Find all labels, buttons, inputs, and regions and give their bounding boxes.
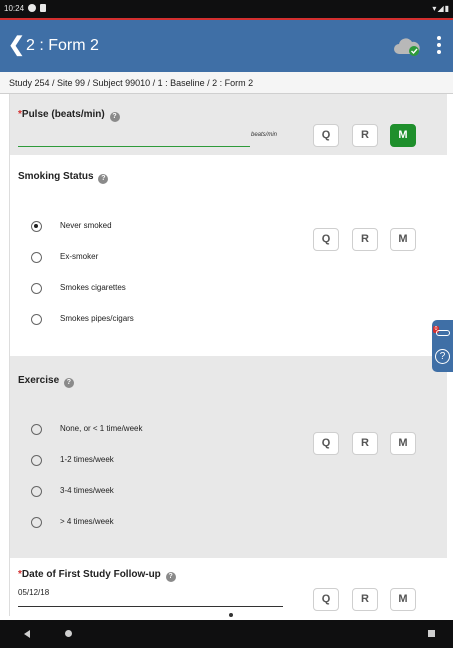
smoking-missing-button[interactable]: M xyxy=(390,228,416,251)
radio-icon[interactable] xyxy=(31,517,42,528)
exercise-option-3-4[interactable]: 3-4 times/week xyxy=(10,482,290,502)
exercise-missing-button[interactable]: M xyxy=(390,432,416,455)
form-body: *Pulse (beats/min) ? beats/min Q R M Smo… xyxy=(9,94,447,616)
back-arrow-icon[interactable]: ❮ xyxy=(8,33,25,57)
pulse-label: *Pulse (beats/min) ? xyxy=(18,109,120,122)
followup-section: *Date of First Study Follow-up ? 05/12/1… xyxy=(10,558,447,616)
followup-input-underline xyxy=(18,606,283,607)
cloud-check-icon[interactable] xyxy=(392,36,422,58)
page-title: 2 : Form 2 xyxy=(26,37,99,54)
help-circle-icon[interactable]: ? xyxy=(435,349,450,364)
smoking-option-cigarettes[interactable]: Smokes cigarettes xyxy=(10,279,290,299)
help-icon[interactable]: ? xyxy=(109,112,120,122)
system-nav-bar xyxy=(0,620,453,648)
smoking-section: Smoking Status ? Never smoked Ex-smoker … xyxy=(10,155,447,356)
more-vert-icon[interactable] xyxy=(434,34,444,58)
pulse-input[interactable] xyxy=(18,130,250,146)
smoking-option-ex[interactable]: Ex-smoker xyxy=(10,248,290,268)
pulse-input-underline xyxy=(18,146,250,147)
exercise-query-button[interactable]: Q xyxy=(313,432,339,455)
help-icon[interactable]: ? xyxy=(63,378,74,388)
app-bar: ❮ 2 : Form 2 xyxy=(0,20,453,72)
radio-icon[interactable] xyxy=(31,424,42,435)
smoking-label: Smoking Status ? xyxy=(18,171,109,184)
help-icon[interactable]: ? xyxy=(98,174,109,184)
exercise-option-over-4[interactable]: > 4 times/week xyxy=(10,513,290,533)
status-bar: 10:24 ▾◢▮ xyxy=(0,0,453,18)
exercise-option-1-2[interactable]: 1-2 times/week xyxy=(10,451,290,471)
followup-query-button[interactable]: Q xyxy=(313,588,339,611)
signal-battery-icon: ▾◢▮ xyxy=(432,4,450,13)
exercise-option-none[interactable]: None, or < 1 time/week xyxy=(10,420,290,440)
sim-icon xyxy=(40,4,46,12)
followup-label: *Date of First Study Follow-up ? xyxy=(18,569,176,582)
status-time: 10:24 xyxy=(4,4,25,13)
help-icon[interactable]: ? xyxy=(165,572,176,582)
side-tools-tab[interactable]: 0 ? xyxy=(432,320,453,372)
radio-icon[interactable] xyxy=(31,486,42,497)
pulse-section: *Pulse (beats/min) ? beats/min Q R M xyxy=(10,94,447,155)
followup-date-input[interactable]: 05/12/18 xyxy=(18,588,283,602)
radio-icon[interactable] xyxy=(31,252,42,263)
scroll-indicator xyxy=(229,613,233,617)
nav-recents-icon[interactable] xyxy=(428,630,435,637)
exercise-label: Exercise ? xyxy=(18,375,74,388)
pulse-query-button[interactable]: Q xyxy=(313,124,339,147)
smoking-query-button[interactable]: Q xyxy=(313,228,339,251)
radio-icon[interactable] xyxy=(31,455,42,466)
smoking-option-never[interactable]: Never smoked xyxy=(10,217,290,237)
nav-home-icon[interactable] xyxy=(65,630,72,637)
smoking-review-button[interactable]: R xyxy=(352,228,378,251)
exercise-review-button[interactable]: R xyxy=(352,432,378,455)
pulse-missing-button[interactable]: M xyxy=(390,124,416,147)
radio-checked-icon[interactable] xyxy=(31,221,42,232)
followup-review-button[interactable]: R xyxy=(352,588,378,611)
pulse-review-button[interactable]: R xyxy=(352,124,378,147)
breadcrumb: Study 254 / Site 99 / Subject 99010 / 1 … xyxy=(0,72,453,94)
nav-back-icon[interactable] xyxy=(24,630,30,638)
followup-missing-button[interactable]: M xyxy=(390,588,416,611)
key-icon[interactable] xyxy=(436,330,450,336)
radio-icon[interactable] xyxy=(31,314,42,325)
radio-icon[interactable] xyxy=(31,283,42,294)
pulse-unit: beats/min xyxy=(251,132,278,138)
smoking-option-pipes[interactable]: Smokes pipes/cigars xyxy=(10,310,290,330)
notification-icon xyxy=(28,4,36,12)
exercise-section: Exercise ? None, or < 1 time/week 1-2 ti… xyxy=(10,356,447,558)
